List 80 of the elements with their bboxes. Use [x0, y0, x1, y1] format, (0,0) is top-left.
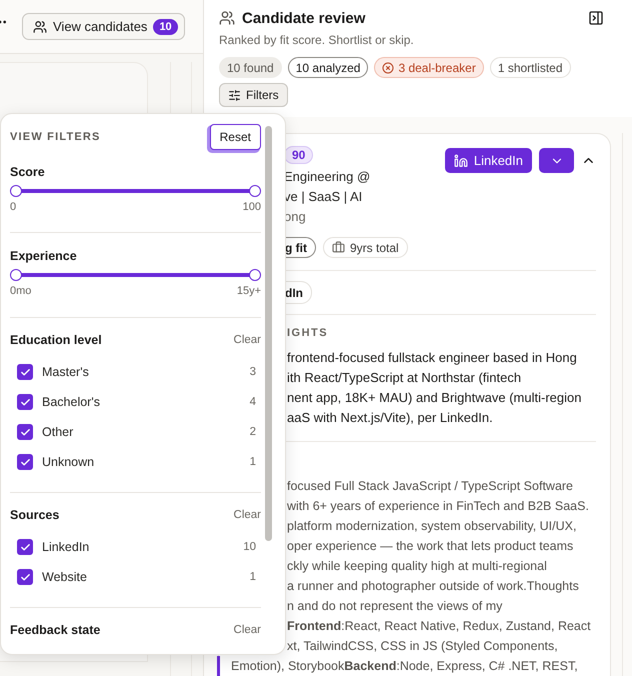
slider-thumb[interactable] [249, 185, 261, 197]
filter-group-title: Sources [10, 508, 60, 522]
users-icon [33, 20, 47, 34]
checkbox[interactable] [17, 364, 33, 380]
about-text: with 6+ years of experience in FinTech and B2B SaaS. [287, 498, 590, 515]
range-slider[interactable] [10, 268, 261, 282]
range-max: 15y+ [236, 285, 261, 299]
range-label: Score [10, 165, 46, 179]
range-label: Experience [10, 249, 78, 263]
about-text: platform modernization, system observability, UI/UX, [287, 518, 578, 535]
option-label: Other [42, 425, 74, 439]
about-text: oper experience — the work that lets product teams [287, 538, 574, 555]
reset-button[interactable]: Reset [210, 124, 261, 150]
dropdown-button[interactable] [539, 148, 574, 173]
sliders-icon [228, 88, 241, 102]
status-chip[interactable]: 10 analyzed [288, 57, 368, 78]
clear-button[interactable]: Clear [234, 624, 261, 636]
sidebar-toggle-icon[interactable] [588, 10, 604, 26]
about-text: a runner and photographer outside of work.Thoughts [287, 578, 580, 595]
checkbox[interactable] [17, 454, 33, 470]
option-count: 4 [250, 396, 257, 408]
filter-group-title: Feedback state [10, 623, 102, 637]
status-chip[interactable]: 1 shortlisted [490, 57, 571, 78]
score-badge: 90 [284, 146, 314, 164]
filter-group-title: Education level [10, 333, 103, 347]
option-label: Bachelor's [42, 395, 101, 409]
insight-text: ith React/TypeScript at Northstar (fintech [287, 369, 522, 387]
option-label: Unknown [42, 455, 96, 469]
option-count: 1 [250, 571, 257, 583]
option-count: 3 [250, 366, 257, 378]
check-icon [20, 426, 30, 438]
briefcase-icon [332, 241, 345, 254]
x-circle-icon [382, 62, 394, 74]
popover-title: VIEW FILTERS [10, 131, 101, 143]
about-text: ckly while keeping quality high at multi-regional [287, 558, 548, 575]
range-max: 100 [242, 201, 261, 215]
check-icon [20, 366, 30, 378]
users-icon [219, 10, 235, 26]
slider-thumb[interactable] [249, 269, 261, 281]
option-label: Master's [42, 365, 90, 379]
slider-thumb[interactable] [10, 269, 22, 281]
range-slider[interactable] [10, 184, 261, 198]
status-chip[interactable]: 3 deal-breaker [374, 57, 484, 78]
check-icon [20, 396, 30, 408]
range-min: 0 [10, 201, 16, 215]
clear-button[interactable]: Clear [234, 334, 261, 346]
checkbox[interactable] [17, 569, 33, 585]
about-text: focused Full Stack JavaScript / TypeScript Software [287, 478, 574, 495]
count-badge: 10 [153, 18, 178, 34]
checkbox[interactable] [17, 424, 33, 440]
tag-chip: 9yrs total [323, 237, 408, 258]
about-text: n and do not represent the views of my [287, 598, 504, 615]
about-text: Frontend:React, React Native, Redux, Zustand, React [287, 618, 592, 635]
panel-subtitle: Ranked by fit score. Shortlist or skip. [219, 33, 415, 47]
panel-title: Candidate review [242, 10, 366, 26]
headline-text: Engineering @ [284, 168, 372, 186]
filters-button[interactable]: Filters [219, 83, 288, 107]
option-count: 10 [243, 541, 257, 553]
scrollbar[interactable] [265, 126, 272, 541]
status-chip[interactable]: 10 found [219, 57, 282, 78]
range-min: 0mo [10, 285, 32, 299]
option-count: 2 [250, 426, 257, 438]
checkbox[interactable] [17, 539, 33, 555]
insight-text: frontend-focused fullstack engineer based in Hong [287, 349, 578, 367]
option-count: 1 [250, 456, 257, 468]
linkedin-icon [454, 154, 468, 168]
linkedin-button[interactable]: LinkedIn [444, 148, 532, 173]
about-text: xt, TailwindCSS, CSS in JS (Styled Components, [287, 638, 559, 655]
checkbox[interactable] [17, 394, 33, 410]
option-label: LinkedIn [42, 540, 90, 554]
insight-text: nent app, 18K+ MAU) and Brightwave (multi-region [287, 389, 582, 407]
slider-thumb[interactable] [10, 185, 22, 197]
option-label: Website [42, 570, 88, 584]
clear-button[interactable]: Clear [234, 509, 261, 521]
check-icon [20, 456, 30, 468]
view-candidates-button[interactable]: View candidates 10 [22, 13, 185, 40]
section-heading: IGHTS [287, 327, 330, 341]
insight-text: aaS with Next.js/Vite), per LinkedIn. [287, 409, 494, 427]
check-icon [20, 572, 30, 582]
check-icon [20, 542, 30, 552]
